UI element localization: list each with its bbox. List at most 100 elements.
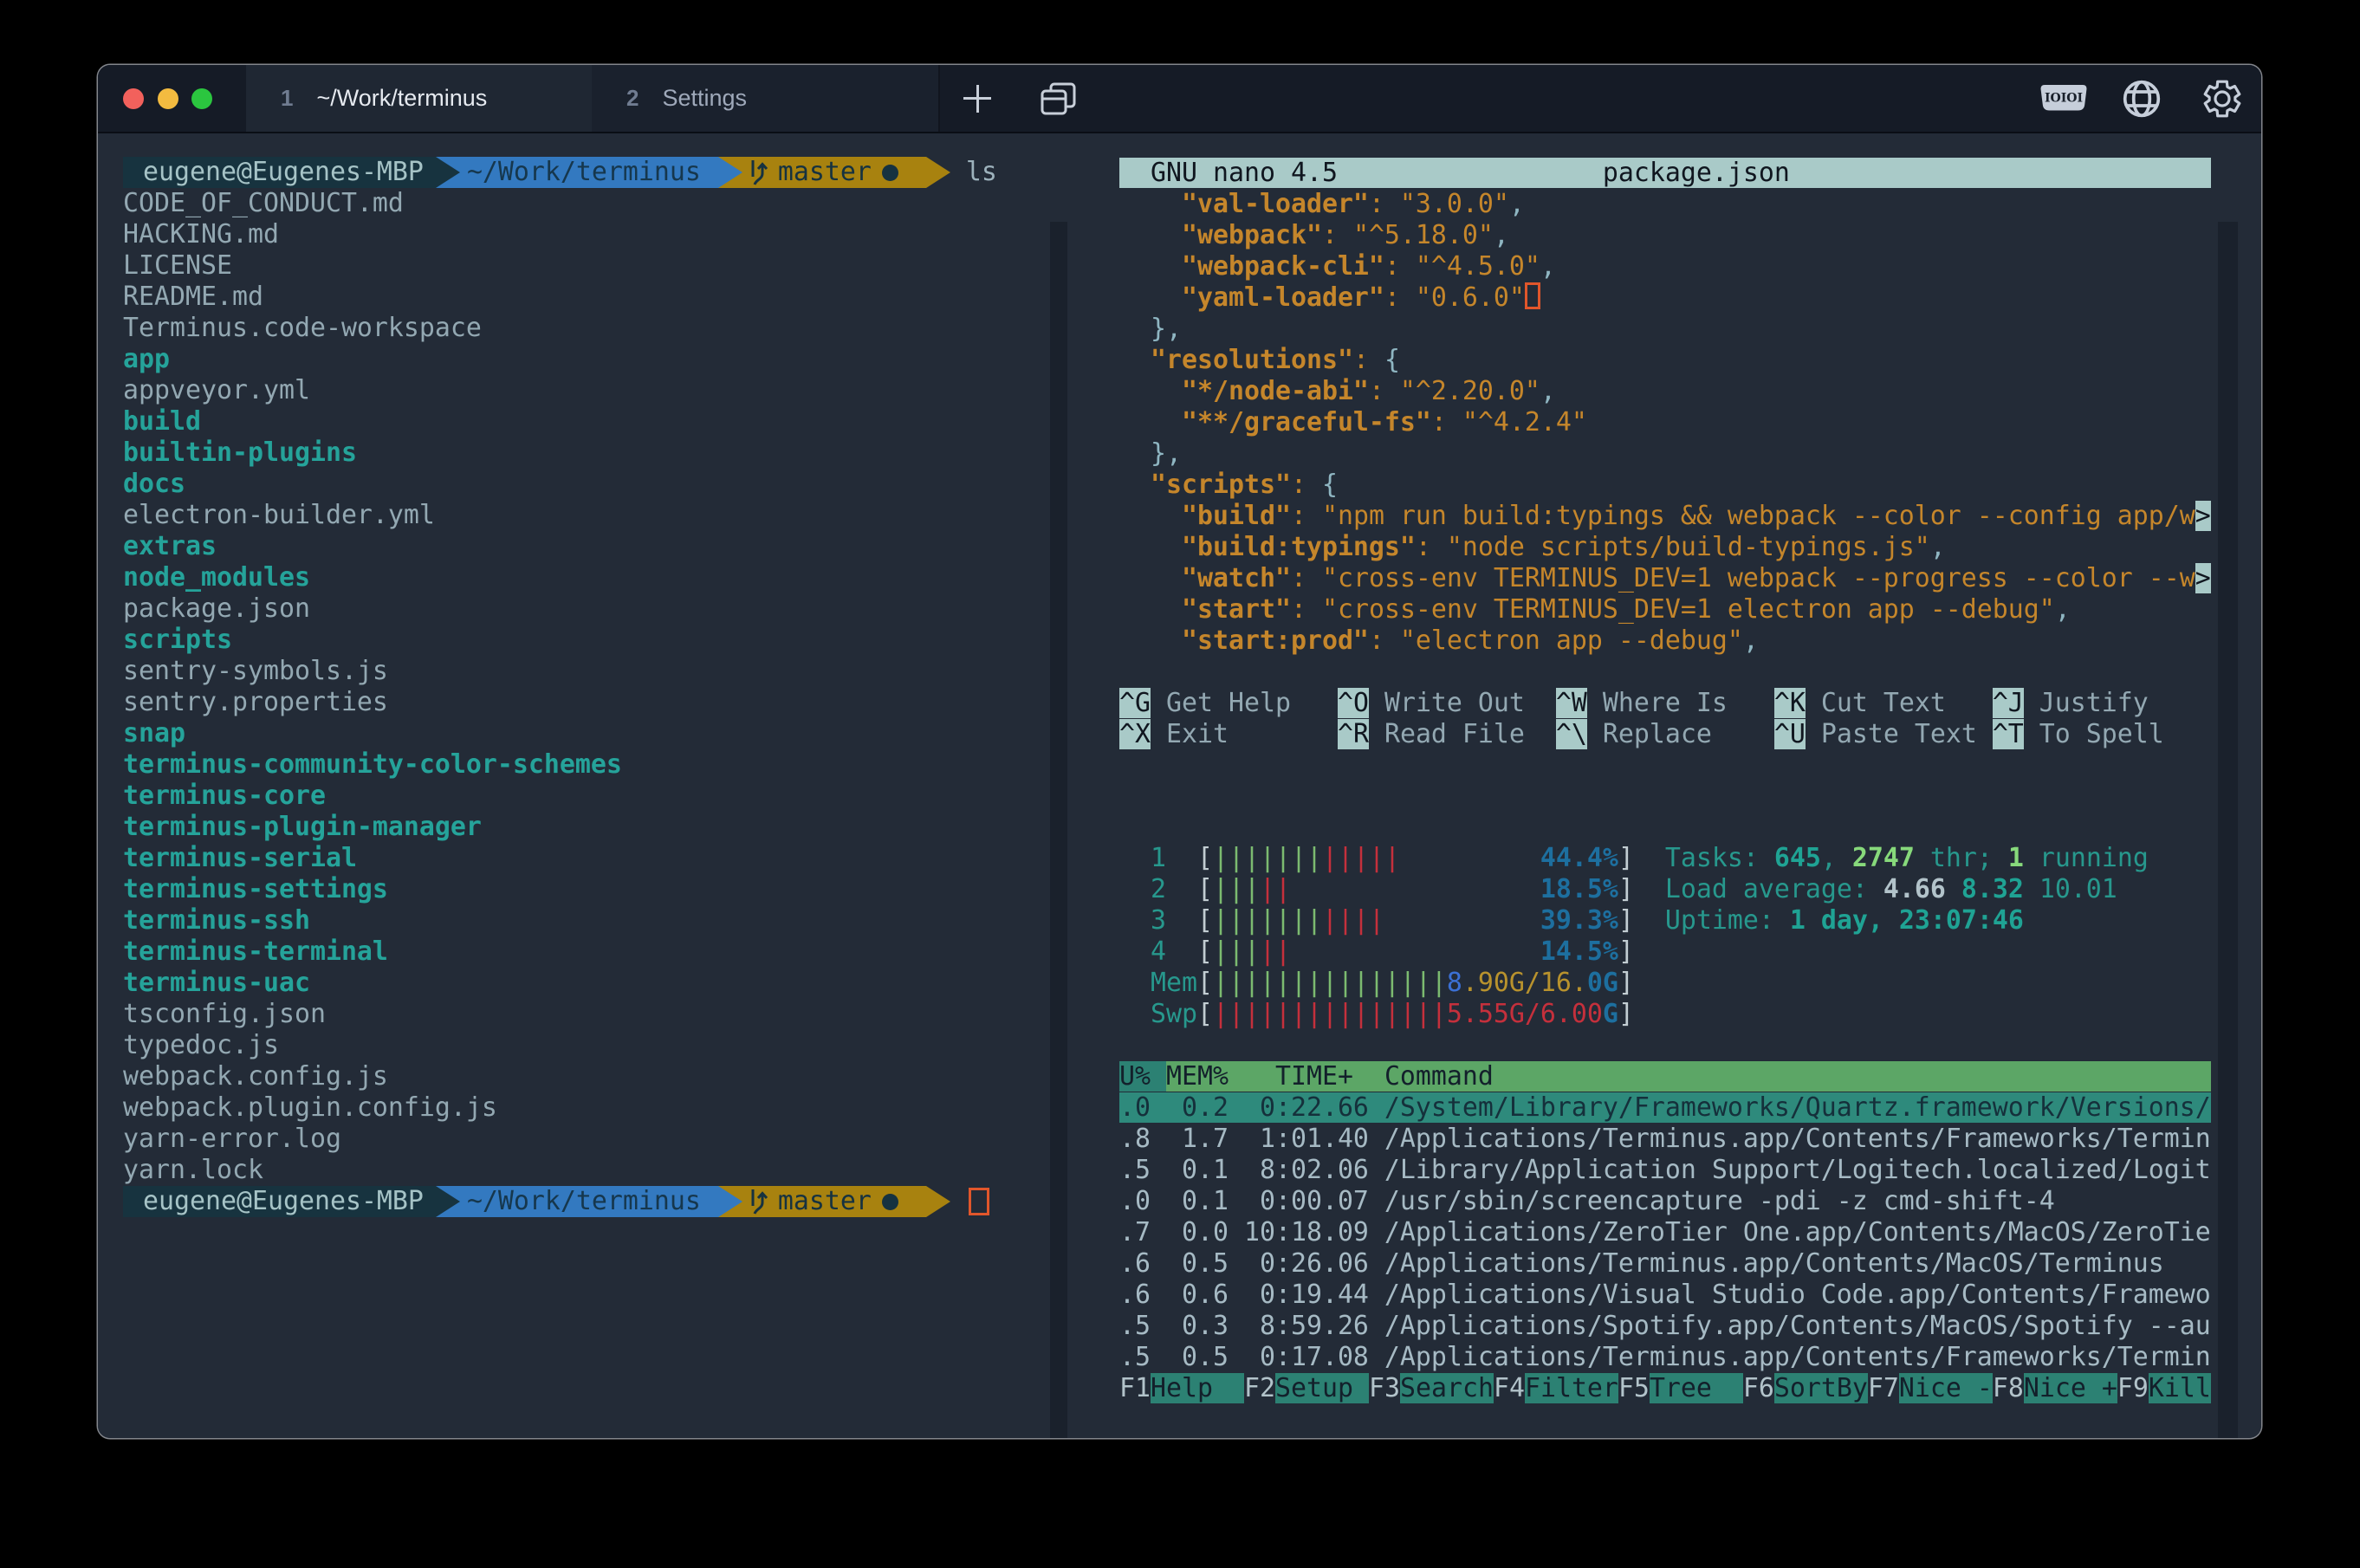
minimize-button[interactable] [158,88,178,109]
close-button[interactable] [123,88,144,109]
htop-pane[interactable]: 1 [|||||||||||| 44.4%] Tasks: 645, 2747 … [1119,843,2211,1404]
terminal-text: .5 0.5 0:17.08 /Applications/Terminus.ap… [1119,1342,2211,1372]
terminal-text: "*/node-abi" [1182,376,1369,406]
tab-number: 1 [281,85,293,112]
terminal-window: 1 ~/Work/terminus 2 Settings IOIOI [98,65,2261,1438]
terminal-text: Justify [2024,688,2149,718]
terminal-text: ||| [1213,874,1260,904]
terminal-text: .6 0.6 0:19.44 /Applications/Visual Stud… [1119,1280,2211,1310]
terminal-text: "watch" [1182,563,1291,593]
tab-settings[interactable]: 2 Settings [592,65,940,132]
terminal-text [1119,251,1182,282]
terminal-text [1400,843,1540,873]
terminal-text: [ [1197,936,1213,967]
prompt-user-segment: eugene@Eugenes-MBP [123,157,436,188]
terminal-text: Filter [1525,1373,1618,1403]
terminal-text: : "3.0.0" [1369,189,1509,219]
gear-icon[interactable] [2202,79,2242,119]
ls-file: tsconfig.json [123,999,326,1029]
ls-file: Terminus.code-workspace [123,313,482,343]
terminal-text: , [1930,532,1946,562]
prompt-path-segment: ~/Work/terminus [436,1186,718,1217]
left-pane-scrollbar[interactable] [1050,222,1067,1438]
terminal-text: 1 [2008,843,2024,873]
tab-number: 2 [626,85,639,112]
terminal-text: [ [1197,905,1213,936]
terminal-text: thr; [1915,843,2008,873]
terminal-cursor [969,1188,989,1215]
terminal-text: 44.4% [1540,843,1618,873]
terminal-text: : "^4.5.0" [1384,251,1540,282]
terminal-text [1119,594,1182,625]
terminal-text: 3 [1119,905,1197,936]
terminal-text: [ [1197,968,1213,998]
terminal-text: || [1260,874,1291,904]
ls-file: sentry.properties [123,687,388,717]
terminal-text: : "cross-env TERMINUS_DEV=1 electron app… [1291,594,2055,625]
terminal-text: ||||| [1322,843,1400,873]
terminal-text: 4.66 [1883,874,1961,904]
nano-editor-pane[interactable]: GNU nano 4.5 package.json "val-loader": … [1119,158,2211,750]
terminal-text: "build:typings" [1182,532,1416,562]
terminal-text: 5.55G/6.00 [1447,999,1603,1029]
terminal-text: [ [1197,843,1213,873]
git-dirty-dot [882,165,898,181]
tab-work-terminus[interactable]: 1 ~/Work/terminus [246,65,593,132]
terminal-text: ^R [1338,719,1369,749]
terminal-text: MEM% TIME+ Command [1166,1061,2211,1092]
ls-directory: terminus-uac [123,968,310,998]
terminal-text: }, [1151,314,1182,344]
terminal-text: F1 [1119,1373,1151,1403]
zoom-button[interactable] [191,88,212,109]
terminal-text: ||||||| [1213,905,1322,936]
tab-title: ~/Work/terminus [316,85,487,112]
ls-directory: scripts [123,625,232,655]
right-pane-scrollbar[interactable] [2218,222,2238,1438]
terminal-text: : "^5.18.0" [1322,220,1494,250]
new-tab-icon[interactable] [963,85,991,113]
terminal-text: ^\ [1556,719,1587,749]
terminal-text: F9 [2117,1373,2149,1403]
prompt-path-segment: ~/Work/terminus [436,157,718,188]
terminal-text: , [1743,625,1759,656]
terminal-text: > [2195,501,2211,531]
ls-directory: node_modules [123,562,310,593]
terminal-text: 14.5% [1540,936,1618,967]
ls-directory: app [123,344,170,374]
ls-file: LICENSE [123,250,232,281]
terminal-text: ^J [1993,688,2024,718]
terminal-text: Swp [1119,999,1197,1029]
terminal-text: "build" [1182,501,1291,531]
terminal-text: Kill [2149,1373,2211,1403]
split-layout-icon[interactable] [1040,81,1078,116]
terminal-text: "resolutions" [1151,345,1353,375]
terminal-text: F4 [1494,1373,1525,1403]
terminal-text [1384,905,1540,936]
terminal-text [1634,874,1665,904]
traffic-lights [98,65,248,132]
terminal-text: : [1353,345,1384,375]
shell-pane[interactable]: eugene@Eugenes-MBP ~/Work/terminus maste… [123,157,997,1217]
ls-directory: builtin-plugins [123,437,357,468]
terminal-text: 1 [1119,843,1197,873]
terminal-text: 2747 [1852,843,1915,873]
terminal-text: Nice + [2024,1373,2117,1403]
ls-file: appveyor.yml [123,375,310,405]
globe-icon[interactable] [2122,79,2162,119]
terminal-text: Tasks: [1665,843,1774,873]
terminal-text: , [1494,220,1509,250]
git-branch-icon [748,1189,771,1215]
terminal-text: , [1821,843,1852,873]
terminal-text: F3 [1369,1373,1400,1403]
terminal-text: , [2055,594,2071,625]
terminal-text: ^O [1338,688,1369,718]
terminal-text: ^G [1119,688,1151,718]
terminal-text: Uptime: [1665,905,1790,936]
terminal-text: Paste Text [1806,719,1993,749]
terminal-text [1291,874,1540,904]
terminal-text: SortBy [1774,1373,1868,1403]
terminal-text: : [1291,470,1322,500]
serial-port-icon[interactable]: IOIOI [2039,82,2089,115]
terminal-text [1119,470,1151,500]
terminal-text: Nice - [1899,1373,1993,1403]
